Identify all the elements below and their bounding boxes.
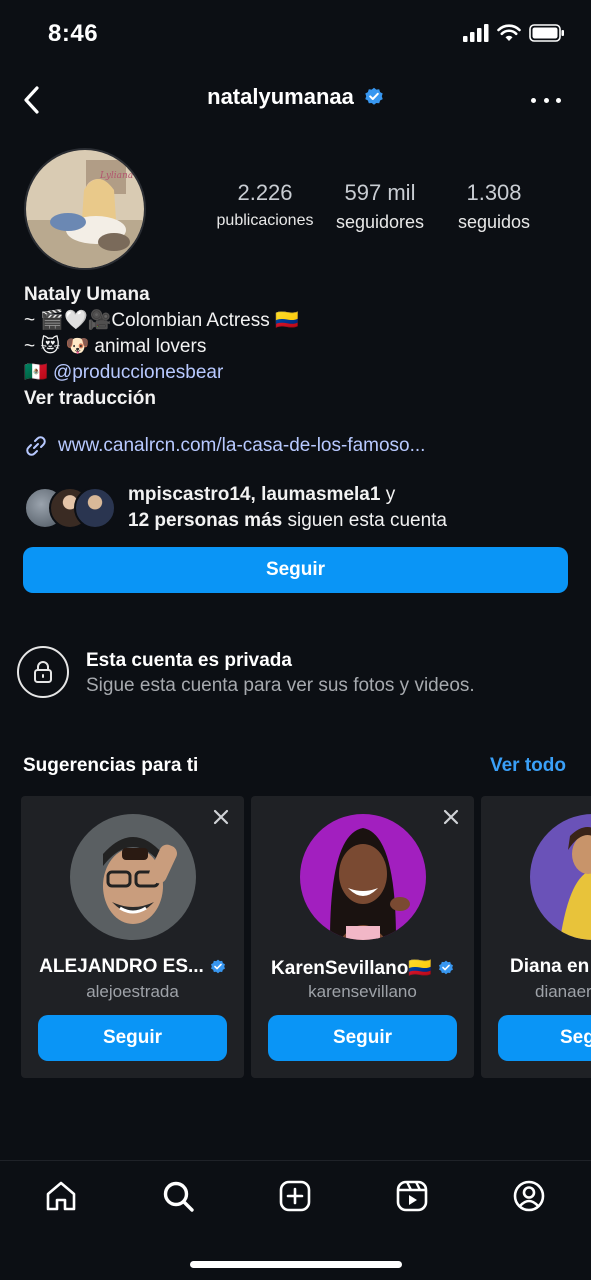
home-indicator [190, 1261, 402, 1268]
followers-label: seguidores [335, 212, 425, 232]
mutual-suffix: siguen esta cuenta [282, 510, 447, 531]
verified-badge-icon [439, 960, 453, 975]
suggestion-photo [530, 814, 591, 940]
suggestion-photo [70, 814, 196, 940]
bio-line: ~ 🎬🤍🎥Colombian Actress 🇨🇴 [24, 310, 299, 331]
status-icons [463, 24, 565, 42]
profile-handle-header: natalyumanaa [0, 84, 591, 110]
suggestion-username: karensevillano [308, 982, 417, 1001]
stat-following[interactable]: 1.308 seguidos [446, 180, 542, 233]
avatar[interactable] [530, 814, 591, 940]
suggestion-name-row: KarenSevillano🇨🇴 [251, 956, 474, 980]
avatar [74, 487, 116, 529]
following-label: seguidos [457, 212, 531, 232]
status-time: 8:46 [48, 20, 99, 47]
wifi-icon [497, 24, 521, 41]
suggestion-card[interactable]: KarenSevillano🇨🇴 karensevillano Seguir [251, 796, 474, 1078]
suggestion-name: ALEJANDRO ES... [39, 956, 204, 977]
suggestion-username: dianaer [535, 982, 591, 1001]
lock-badge [17, 646, 69, 698]
mutual-names: mpiscastro14, laumasmela1 [128, 484, 381, 505]
suggestion-username: alejoestrada [86, 982, 179, 1001]
follow-suggestion-button[interactable]: Seg [498, 1015, 591, 1061]
see-translation-link[interactable]: Ver traducción [24, 386, 299, 412]
suggestions-title: Sugerencias para ti [23, 755, 199, 776]
dot-icon [543, 97, 549, 103]
suggestion-photo [300, 814, 426, 940]
bio-flag: 🇲🇽 [24, 362, 48, 383]
see-all-link[interactable]: Ver todo [490, 755, 566, 777]
avatar[interactable] [300, 814, 426, 940]
profile-name: Nataly Umana [24, 284, 150, 305]
mutual-connector: y [380, 484, 396, 505]
follow-suggestion-button[interactable]: Seguir [38, 1015, 227, 1061]
suggestion-name: Diana en [510, 956, 590, 977]
lock-icon [34, 661, 52, 683]
suggestion-card[interactable]: ALEJANDRO ES... alejoestrada Seguir [21, 796, 244, 1078]
battery-icon [529, 24, 564, 42]
link-icon [26, 436, 46, 456]
avatar[interactable] [70, 814, 196, 940]
posts-label: publicaciones [216, 212, 314, 229]
bio-line: 🇲🇽 @produccionesbear [24, 360, 299, 386]
avatar-photo: Lyliana [26, 150, 144, 268]
posts-count: 2.226 [237, 180, 293, 205]
profile-website-link[interactable]: www.canalrcn.com/la-casa-de-los-famoso..… [24, 434, 425, 458]
home-icon[interactable] [41, 1176, 81, 1216]
search-icon[interactable] [158, 1176, 198, 1216]
followers-count: 597 mil [344, 180, 416, 205]
suggestion-name-row: ALEJANDRO ES... [21, 956, 244, 978]
close-icon[interactable] [212, 808, 230, 826]
signal-icon [463, 24, 489, 42]
suggestion-name-row: Diana en [510, 956, 591, 978]
mutual-avatars [24, 487, 116, 529]
more-options-button[interactable] [531, 90, 561, 110]
profile-icon[interactable] [509, 1176, 549, 1216]
profile-bio: Nataly Umana ~ 🎬🤍🎥Colombian Actress 🇨🇴 ~… [24, 282, 299, 412]
svg-text:Lyliana: Lyliana [99, 171, 133, 181]
follow-button[interactable]: Seguir [23, 547, 568, 593]
suggestion-name: KarenSevillano🇨🇴 [271, 958, 432, 979]
mutual-followers[interactable]: mpiscastro14, laumasmela1 y 12 personas … [24, 482, 447, 534]
private-subtitle: Sigue esta cuenta para ver sus fotos y v… [86, 675, 475, 696]
stat-posts[interactable]: 2.226 publicaciones [213, 180, 317, 230]
create-icon[interactable] [275, 1176, 315, 1216]
private-title: Esta cuenta es privada [86, 650, 292, 671]
bio-line: ~ 😻 🐶 animal lovers [24, 336, 207, 357]
mutual-text: mpiscastro14, laumasmela1 y 12 personas … [128, 482, 447, 534]
profile-handle: natalyumanaa [207, 84, 354, 109]
following-count: 1.308 [466, 180, 522, 205]
dot-icon [531, 97, 536, 103]
reels-icon[interactable] [392, 1176, 432, 1216]
website-text: www.canalrcn.com/la-casa-de-los-famoso..… [58, 435, 426, 456]
close-icon[interactable] [442, 808, 460, 826]
mutual-count: 12 personas más [128, 510, 283, 531]
bio-mention-link[interactable]: @produccionesbear [53, 362, 223, 383]
stat-followers[interactable]: 597 mil seguidores [325, 180, 435, 233]
verified-badge-icon [210, 959, 225, 974]
dot-icon [556, 97, 561, 103]
follow-suggestion-button[interactable]: Seguir [268, 1015, 457, 1061]
profile-avatar[interactable]: Lyliana [24, 148, 146, 270]
verified-badge-icon [365, 87, 383, 105]
suggestion-card[interactable]: Diana en dianaer Seg [481, 796, 591, 1078]
